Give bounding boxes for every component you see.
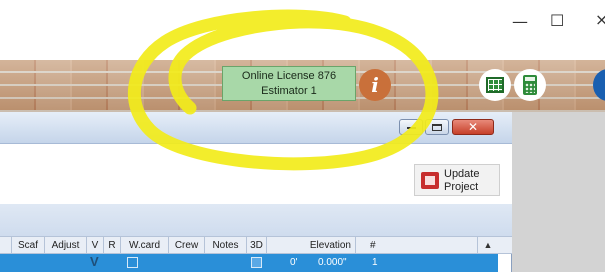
calculator-icon bbox=[523, 75, 537, 95]
row-v-flag[interactable]: V bbox=[90, 254, 99, 269]
3d-checkbox[interactable] bbox=[251, 257, 262, 268]
calculator-button[interactable] bbox=[514, 69, 546, 101]
inner-close-button[interactable]: ✕ bbox=[452, 119, 494, 135]
spreadsheet-button[interactable] bbox=[479, 69, 511, 101]
column-header-elevation[interactable]: Elevation bbox=[267, 237, 356, 255]
column-header-r[interactable]: R bbox=[104, 237, 121, 255]
elevation-feet: 0' bbox=[290, 257, 298, 268]
update-project-button[interactable]: Update Project bbox=[414, 164, 500, 196]
license-number: Online License 876 bbox=[241, 70, 337, 82]
column-header-wcard[interactable]: W.card bbox=[121, 237, 169, 255]
minimize-window-button[interactable]: — bbox=[512, 12, 528, 31]
table-row[interactable]: V 0' 0.000" 1 bbox=[0, 254, 498, 272]
update-label-line2: Project bbox=[444, 181, 479, 193]
close-icon: ✕ bbox=[468, 120, 479, 134]
ribbon-band bbox=[0, 204, 512, 236]
update-project-label: Update Project bbox=[444, 168, 479, 194]
wcard-checkbox[interactable] bbox=[127, 257, 138, 268]
column-header-v[interactable]: V bbox=[87, 237, 104, 255]
column-header-scaf[interactable]: Scaf bbox=[12, 237, 45, 255]
update-label-line1: Update bbox=[444, 168, 480, 180]
column-header-adjust[interactable]: Adjust bbox=[45, 237, 87, 255]
workspace-background bbox=[512, 112, 605, 272]
column-header-3d[interactable]: 3D bbox=[247, 237, 267, 255]
minimize-icon bbox=[407, 127, 416, 129]
column-header-blank bbox=[0, 237, 12, 255]
project-window: ✕ Update Project Scaf Adjust V R W.card … bbox=[0, 112, 512, 272]
title-bar: — ☐ × bbox=[0, 0, 605, 42]
scroll-up-arrow-icon[interactable]: ▲ bbox=[478, 237, 498, 255]
column-header-notes[interactable]: Notes bbox=[205, 237, 247, 255]
inner-restore-button[interactable] bbox=[425, 119, 449, 135]
toolbar: Update Project bbox=[0, 144, 512, 204]
maximize-window-button[interactable]: ☐ bbox=[550, 11, 564, 30]
inner-minimize-button[interactable] bbox=[399, 119, 423, 135]
close-window-button[interactable]: × bbox=[595, 10, 605, 29]
elevation-inches: 0.000" bbox=[318, 257, 347, 268]
license-estimator: Estimator 1 bbox=[261, 85, 317, 97]
table-header: Scaf Adjust V R W.card Crew Notes 3D Ele… bbox=[0, 236, 512, 255]
project-window-titlebar: ✕ bbox=[0, 112, 512, 144]
spreadsheet-icon bbox=[486, 77, 504, 93]
info-icon[interactable]: i bbox=[359, 69, 391, 101]
license-badge[interactable]: Online License 876 Estimator 1 bbox=[222, 66, 356, 101]
update-project-icon bbox=[421, 172, 439, 189]
column-header-number[interactable]: # bbox=[356, 237, 478, 255]
restore-icon bbox=[432, 124, 442, 131]
app-screen: — ☐ × Online License 876 Estimator 1 i ✕ bbox=[0, 0, 605, 272]
row-number: 1 bbox=[372, 257, 378, 268]
column-header-crew[interactable]: Crew bbox=[169, 237, 205, 255]
